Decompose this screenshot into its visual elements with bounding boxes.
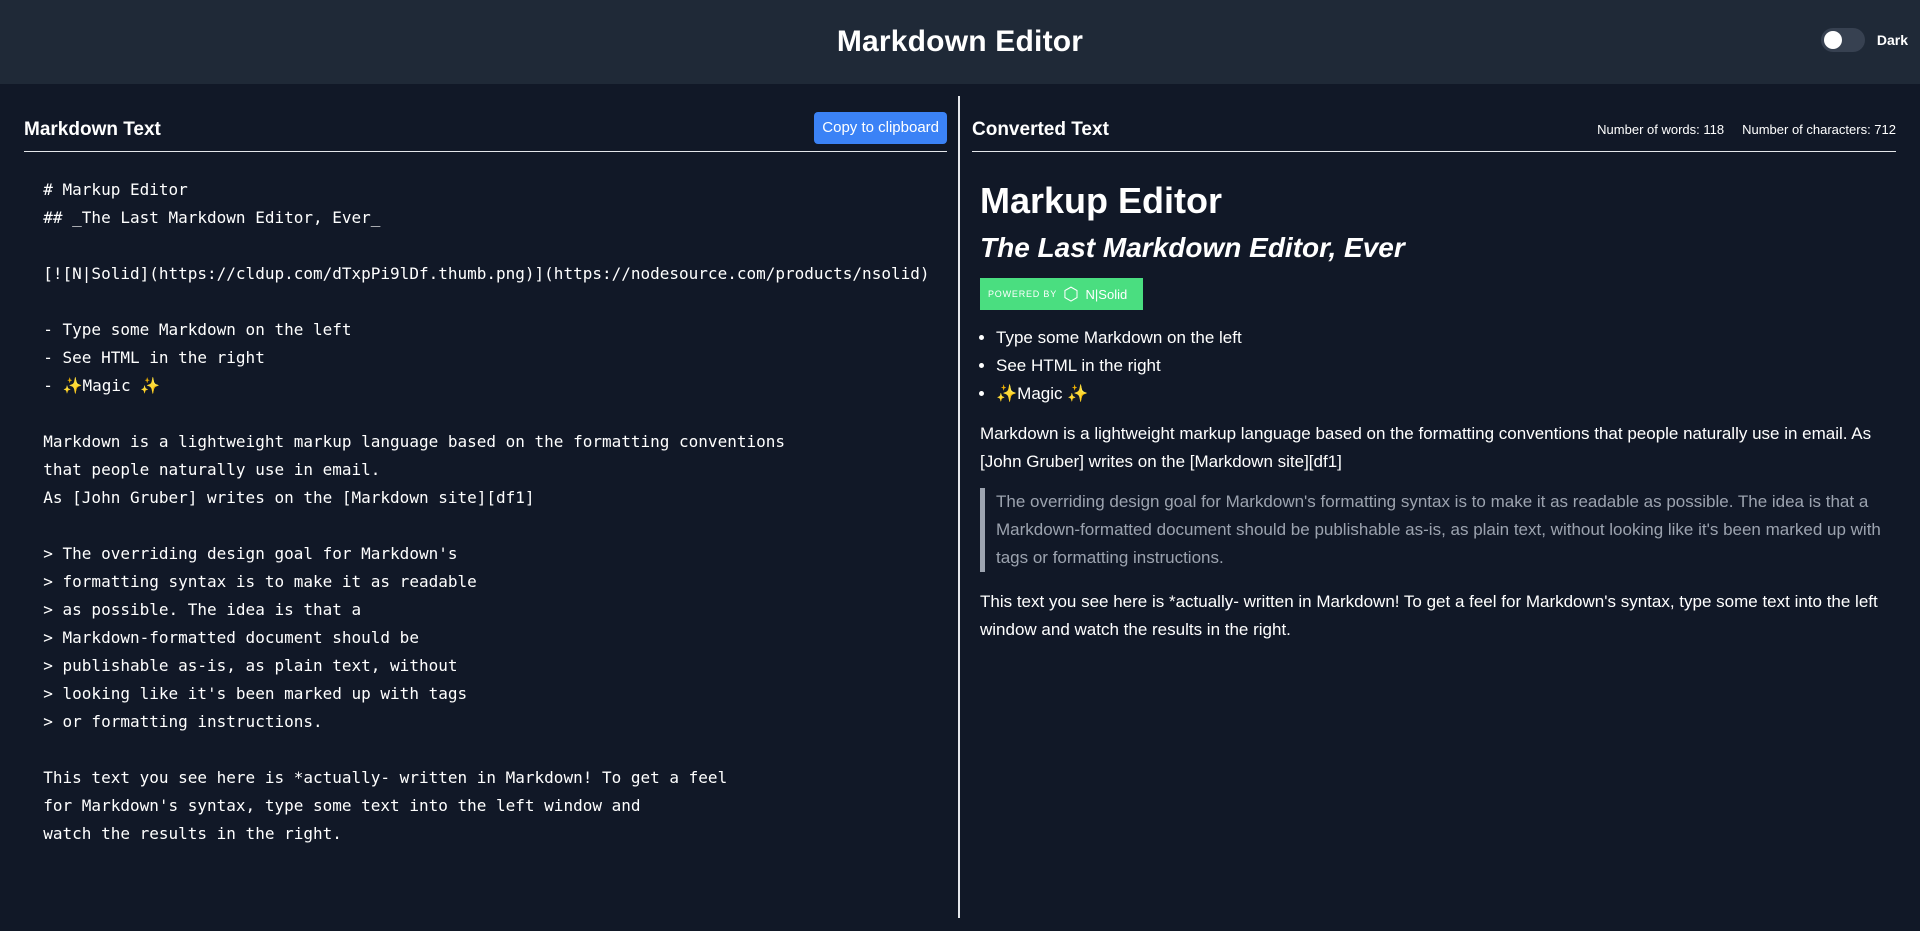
badge-powered-by: POWERED BY	[988, 289, 1058, 299]
preview-heading-2: The Last Markdown Editor, Ever	[980, 232, 1405, 263]
character-count: Number of characters: 712	[1742, 122, 1896, 137]
markdown-editor[interactable]: # Markup Editor ## _The Last Markdown Ed…	[24, 176, 947, 876]
html-preview: Markup Editor The Last Markdown Editor, …	[972, 180, 1896, 644]
preview-paragraph: Markdown is a lightweight markup languag…	[980, 424, 1872, 471]
theme-label: Dark	[1876, 32, 1908, 48]
app-title: Markdown Editor	[836, 25, 1084, 58]
markdown-pane-header: Markdown Text Copy to clipboard	[24, 108, 947, 152]
converted-pane-title: Converted Text	[972, 118, 1109, 140]
list-item: ✨Magic ✨	[996, 380, 1888, 408]
theme-toggle[interactable]: Dark	[1820, 28, 1908, 52]
preview-list: Type some Markdown on the left See HTML …	[980, 324, 1888, 408]
converted-pane: Converted Text Number of words: 118 Numb…	[972, 108, 1896, 656]
markdown-pane-title: Markdown Text	[24, 118, 161, 140]
text-stats: Number of words: 118 Number of character…	[1597, 122, 1896, 137]
preview-heading-1: Markup Editor	[980, 180, 1223, 221]
badge-brand: N|Solid	[1085, 286, 1128, 302]
preview-blockquote: The overriding design goal for Markdown'…	[980, 488, 1888, 572]
converted-pane-header: Converted Text Number of words: 118 Numb…	[972, 108, 1896, 152]
word-count: Number of words: 118	[1597, 122, 1725, 137]
toggle-knob[interactable]	[1823, 31, 1842, 49]
copy-to-clipboard-button[interactable]: Copy to clipboard	[814, 111, 947, 144]
preview-paragraph: This text you see here is *actually- wri…	[980, 592, 1878, 639]
cube-icon: ⬡	[1063, 283, 1080, 304]
app-header: Markdown Editor Dark	[0, 0, 1920, 84]
pane-divider	[958, 96, 960, 918]
list-item: Type some Markdown on the left	[996, 324, 1888, 352]
toggle-track[interactable]	[1820, 28, 1865, 52]
nsolid-badge-link[interactable]: POWERED BY ⬡ N|Solid	[980, 278, 1143, 310]
list-item: See HTML in the right	[996, 352, 1888, 380]
markdown-pane: Markdown Text Copy to clipboard # Markup…	[24, 108, 947, 881]
